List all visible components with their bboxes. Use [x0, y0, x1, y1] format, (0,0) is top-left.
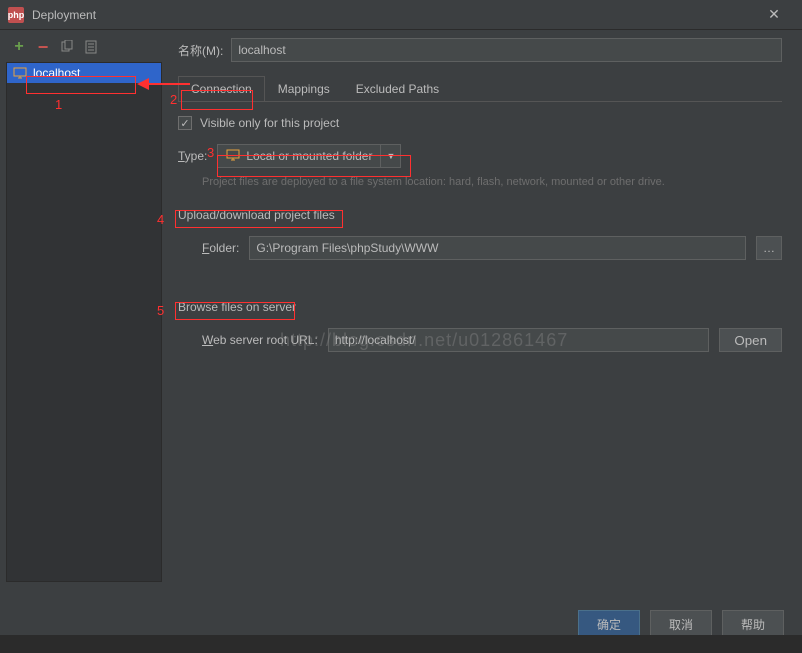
sidebar: + − localhost [0, 30, 162, 595]
server-list[interactable]: localhost [6, 62, 162, 582]
browse-folder-button[interactable]: … [756, 236, 782, 260]
clipboard-icon[interactable] [84, 40, 98, 54]
type-row: Type: Local or mounted folder ▼ [178, 144, 782, 168]
remove-icon[interactable]: − [36, 40, 50, 54]
url-label: Web server root URL: [202, 333, 318, 347]
folder-input[interactable] [249, 236, 746, 260]
window-title: Deployment [32, 8, 754, 22]
type-label: Type: [178, 149, 207, 163]
open-button[interactable]: Open [719, 328, 782, 352]
sidebar-toolbar: + − [6, 36, 162, 62]
server-item-label: localhost [33, 66, 80, 80]
server-item-localhost[interactable]: localhost [7, 63, 161, 83]
chevron-down-icon: ▼ [380, 145, 400, 167]
type-value: Local or mounted folder [246, 149, 372, 163]
monitor-icon [13, 67, 27, 79]
url-input[interactable] [328, 328, 710, 352]
close-icon[interactable]: ✕ [754, 0, 794, 30]
name-row: 名称(M): [178, 38, 782, 62]
main-panel: 名称(M): Connection Mappings Excluded Path… [162, 30, 802, 595]
monitor-icon [226, 149, 240, 164]
tabs: Connection Mappings Excluded Paths [178, 76, 782, 102]
add-icon[interactable]: + [12, 40, 26, 54]
folder-label: Folder: [202, 241, 239, 255]
titlebar: php Deployment ✕ [0, 0, 802, 30]
type-select[interactable]: Local or mounted folder ▼ [217, 144, 401, 168]
section-browse-title: Browse files on server [178, 300, 296, 314]
visible-only-label: Visible only for this project [200, 116, 339, 130]
visible-only-row: ✓ Visible only for this project [178, 116, 782, 130]
app-icon: php [8, 7, 24, 23]
name-input[interactable] [231, 38, 782, 62]
tab-mappings[interactable]: Mappings [265, 76, 343, 101]
content-area: + − localhost 名称(M): Connection [0, 30, 802, 595]
copy-icon[interactable] [60, 40, 74, 54]
name-label: 名称(M): [178, 42, 223, 59]
tab-connection[interactable]: Connection [178, 76, 265, 101]
url-row: Web server root URL: Open [178, 328, 782, 352]
tab-excluded-paths[interactable]: Excluded Paths [343, 76, 452, 101]
folder-row: Folder: … [178, 236, 782, 260]
section-upload-title: Upload/download project files [178, 208, 335, 222]
type-hint: Project files are deployed to a file sys… [202, 176, 782, 188]
status-bar [0, 635, 802, 653]
visible-only-checkbox[interactable]: ✓ [178, 116, 192, 130]
